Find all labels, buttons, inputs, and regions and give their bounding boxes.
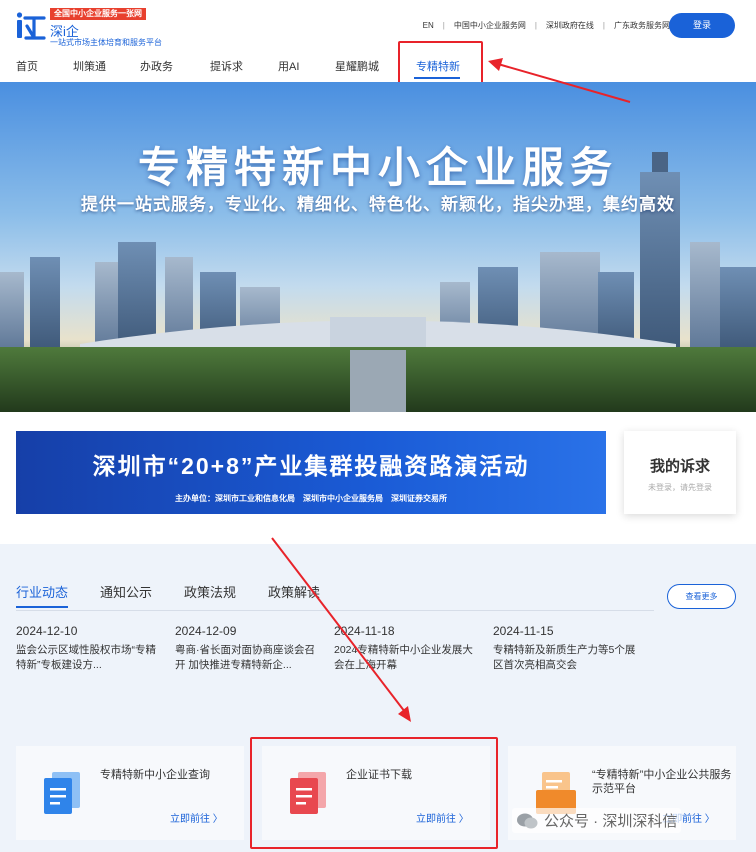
tab-notices[interactable]: 通知公示 [100, 582, 152, 608]
news-date: 2024-12-10 [16, 624, 78, 638]
nav-gov-affairs[interactable]: 办政务 [140, 58, 173, 74]
watermark: 公众号 · 深圳深科信 [512, 808, 682, 833]
top-link-guangdong-gov[interactable]: 广东政务服务网 [614, 20, 670, 31]
appeal-title: 我的诉求 [649, 458, 710, 475]
tab-industry-news[interactable]: 行业动态 [16, 582, 69, 608]
main-nav: 首页 圳策通 办政务 提诉求 用AI 星耀鹏城 专精特新 [0, 52, 756, 82]
news-item[interactable]: 2024-12-10 监会公示区域性股权市场“专精特新”专板建设方... [16, 624, 162, 673]
promo-subtitle: 主办单位：深圳市工业和信息化局 深圳市中小企业服务局 深圳证券交易所 [175, 494, 447, 503]
view-more-button[interactable]: 查看更多 [667, 584, 736, 609]
news-item[interactable]: 2024-12-09 粤商·省长面对面协商座谈会召开 加快推进专精特新企... [175, 624, 321, 673]
watermark-text: 公众号 · 深圳深科信 [544, 813, 678, 830]
blue-doc-icon [44, 772, 80, 814]
highlight-box-service [250, 737, 498, 849]
news-tabs: 行业动态 通知公示 政策法规 政策解读 [16, 582, 352, 608]
nav-star-city[interactable]: 星耀鹏城 [335, 58, 379, 74]
top-link-shenzhen-gov[interactable]: 深圳政府在线 [546, 20, 594, 31]
logo[interactable]: 全国中小企业服务一张网 深i企 一站式市场主体培育和服务平台 [14, 8, 184, 48]
logo-slogan: 全国中小企业服务一张网 [50, 8, 146, 20]
news-headline: 粤商·省长面对面协商座谈会召开 加快推进专精特新企... [175, 644, 315, 671]
promo-title: 深圳市“20+8”产业集群投融资路演活动 [92, 453, 530, 479]
login-button[interactable]: 登录 [669, 13, 735, 38]
banner-subtitle: 提供一站式服务，专业化、精细化、特色化、新颖化，指尖办理，集约高效 [81, 195, 675, 214]
divider: | [442, 21, 445, 30]
go-now-link[interactable]: 立即前往 〉 [170, 810, 223, 825]
news-headline: 专精特新及新质生产力等5个展区首次亮相高交会 [493, 644, 636, 671]
promo-banner[interactable]: 深圳市“20+8”产业集群投融资路演活动 主办单位：深圳市工业和信息化局 深圳市… [16, 431, 606, 514]
top-link-en[interactable]: EN [423, 21, 434, 30]
logo-subtitle: 一站式市场主体培育和服务平台 [50, 38, 162, 47]
top-links: EN | 中国中小企业服务网 | 深圳政府在线 | 广东政务服务网 [423, 20, 670, 31]
divider: | [534, 21, 537, 30]
header: 全国中小企业服务一张网 深i企 一站式市场主体培育和服务平台 EN | 中国中小… [0, 0, 756, 82]
news-headline: 监会公示区域性股权市场“专精特新”专板建设方... [16, 644, 156, 671]
service-card-sme-query[interactable]: 专精特新中小企业查询 立即前往 〉 [16, 746, 244, 840]
news-item[interactable]: 2024-11-18 2024专精特新中小企业发展大会在上海开幕 [334, 624, 480, 673]
logo-mark-icon [16, 12, 46, 40]
banner-title: 专精特新中小企业服务 [137, 144, 618, 191]
city-skyline-image [0, 152, 756, 412]
hero-banner: 专精特新中小企业服务 提供一站式服务，专业化、精细化、特色化、新颖化，指尖办理，… [0, 82, 756, 412]
my-appeal-card[interactable]: 我的诉求 未登录，请先登录 [624, 431, 736, 514]
news-section: 行业动态 通知公示 政策法规 政策解读 查看更多 2024-12-10 监会公示… [0, 544, 756, 730]
top-link-sme-network[interactable]: 中国中小企业服务网 [454, 20, 526, 31]
news-item[interactable]: 2024-11-15 专精特新及新质生产力等5个展区首次亮相高交会 [493, 624, 639, 673]
tab-policy-interpretation[interactable]: 政策解读 [268, 582, 320, 608]
nav-home[interactable]: 首页 [16, 58, 38, 74]
nav-ai[interactable]: 用AI [278, 58, 299, 74]
news-date: 2024-11-18 [334, 624, 395, 638]
divider: | [602, 21, 605, 30]
wechat-icon [517, 813, 538, 828]
news-date: 2024-12-09 [175, 624, 237, 638]
service-title: 专精特新中小企业查询 [100, 769, 210, 781]
service-title: “专精特新”中小企业公共服务示范平台 [592, 769, 732, 795]
appeal-login-hint: 未登录，请先登录 [648, 483, 712, 492]
nav-appeal[interactable]: 提诉求 [210, 58, 243, 74]
tabs-divider [16, 610, 654, 611]
tab-policy-regulations[interactable]: 政策法规 [184, 582, 236, 608]
news-headline: 2024专精特新中小企业发展大会在上海开幕 [334, 644, 473, 671]
page: 全国中小企业服务一张网 深i企 一站式市场主体培育和服务平台 EN | 中国中小… [0, 0, 756, 852]
news-date: 2024-11-15 [493, 624, 554, 638]
nav-policy[interactable]: 圳策通 [73, 58, 106, 74]
